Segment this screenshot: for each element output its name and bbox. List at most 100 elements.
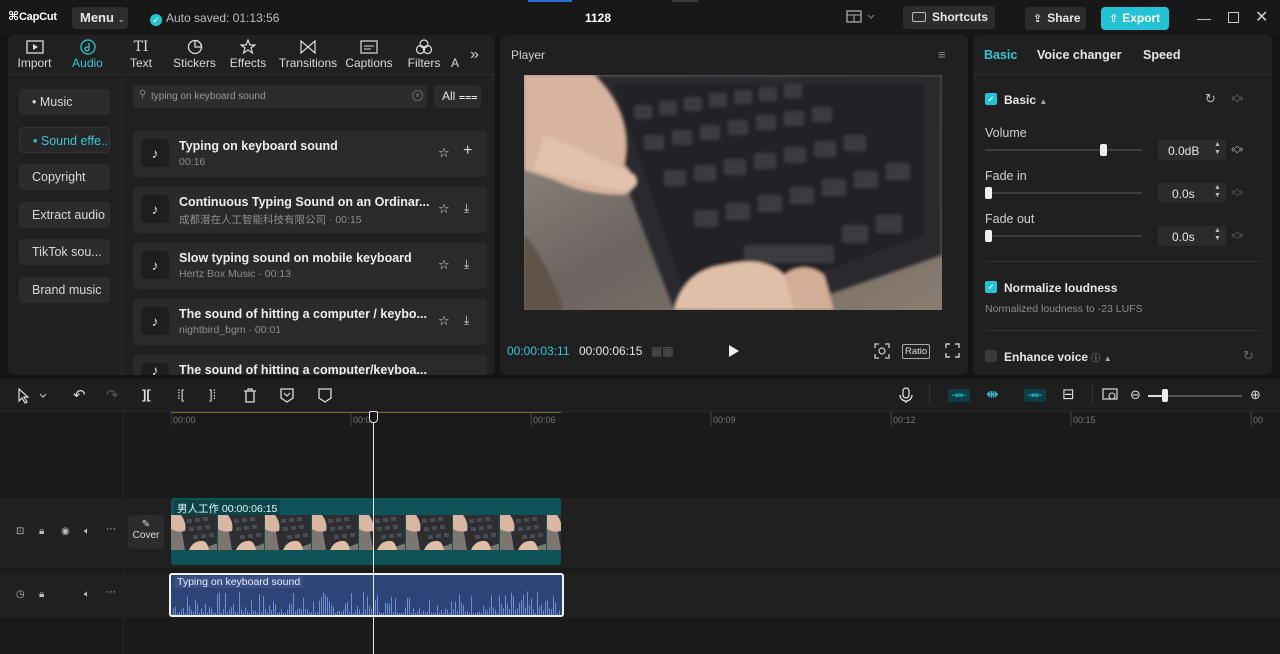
video-clip[interactable]: 男人工作 00:00:06:15 [171,498,561,565]
list-item[interactable]: ♪ Slow typing sound on mobile keyboard H… [133,242,487,289]
list-item[interactable]: ♪ The sound of hitting a computer / keyb… [133,298,487,345]
audio-clip[interactable]: Typing on keyboard sound [169,573,564,617]
timeline-grid-icon[interactable]: ▦▦ [651,344,674,358]
fade-out-keyframe[interactable]: ‹◇› [1231,230,1243,241]
fit-timeline-icon[interactable] [1102,388,1118,402]
playhead-handle[interactable] [369,411,378,423]
stepper-icon[interactable]: ▲ ▼ [1214,141,1221,157]
cover-button[interactable]: ✎ Cover [128,515,164,549]
lock-icon[interactable]: 🔒︎ [39,589,44,600]
zoom-in-icon[interactable]: ⊕ [1250,387,1261,403]
tab-effects[interactable]: Effects [221,38,275,74]
sidebar-item-sound-effects[interactable]: • Sound effe... [19,127,110,153]
download-icon[interactable]: ⤓ [464,257,480,273]
more-tabs-icon[interactable]: » [470,46,479,64]
auto-snap-icon[interactable]: ⇼ [986,385,999,403]
tab-voice-changer[interactable]: Voice changer [1037,48,1122,62]
undo-icon[interactable]: ↶ [73,386,86,404]
play-button[interactable] [728,344,740,358]
stepper-icon[interactable]: ▲ ▼ [1214,227,1221,243]
search-input[interactable]: typing on keyboard sound [151,91,266,102]
playhead[interactable] [373,412,374,654]
linkage-icon[interactable]: ⇥⇤ [1024,389,1046,402]
tab-transitions[interactable]: Transitions [275,38,341,74]
maximize-icon[interactable] [1228,12,1239,23]
sidebar-item-brand-music[interactable]: Brand music [19,277,110,303]
fullscreen-icon[interactable] [945,343,960,358]
export-button[interactable]: ⇧ Export [1101,7,1169,30]
menu-icon[interactable]: ≡ [938,47,946,62]
basic-section-title[interactable]: Basic ▲ [1004,93,1047,107]
mark-icon[interactable] [280,388,294,403]
volume-slider-handle[interactable] [1100,144,1107,156]
favorite-icon[interactable]: ☆ [438,313,454,329]
list-item[interactable]: ♪ Continuous Typing Sound on an Ordinar.… [133,186,487,233]
tab-text[interactable]: TI Text [114,38,168,74]
basic-checkbox[interactable]: ✓ [985,93,997,105]
tab-adjustment[interactable]: A [451,38,465,74]
volume-keyframe[interactable]: ‹◇› [1231,144,1243,155]
tab-captions[interactable]: Captions [341,38,397,74]
clear-search-icon[interactable]: × [412,90,423,101]
shield-icon[interactable] [318,388,332,403]
tab-import[interactable]: Import [8,38,61,74]
minimize-icon[interactable]: — [1197,10,1211,26]
time-ruler[interactable]: 00:00 00:03 00:06 00:09 00:12 00:15 00 [171,412,1280,428]
favorite-icon[interactable]: ☆ [438,201,454,217]
list-item[interactable]: ♪ The sound of hitting a computer/keyboa… [133,354,487,375]
screenshot-icon[interactable] [874,343,890,359]
stepper-icon[interactable]: ▲ ▼ [1214,184,1221,200]
eye-icon[interactable]: ◉ [61,526,70,537]
enhance-voice-label[interactable]: Enhance voice ⓘ ▲ [1004,350,1112,364]
split-icon[interactable]: ][ [142,387,151,402]
delete-icon[interactable] [243,388,257,403]
fade-out-slider-handle[interactable] [985,230,992,242]
favorite-icon[interactable]: ☆ [438,257,454,273]
volume-icon[interactable]: 🔈︎ [84,589,90,600]
zoom-out-icon[interactable]: ⊖ [1130,387,1141,403]
fade-out-slider-track[interactable] [985,235,1142,237]
redo-icon[interactable]: ↷ [106,386,119,404]
project-name[interactable]: 1128 [585,11,611,25]
keyframe-nav[interactable]: ‹◇› [1231,93,1243,104]
tab-stickers[interactable]: Stickers [168,38,221,74]
share-button[interactable]: ⇪ Share [1025,7,1086,30]
volume-icon[interactable]: 🔈︎ [84,526,90,537]
tab-basic[interactable]: Basic [984,48,1017,62]
select-tool-icon[interactable] [17,388,49,404]
video-preview[interactable] [524,75,942,310]
tab-audio[interactable]: Audio [61,38,114,74]
menu-button[interactable]: Menu ⌄ [72,7,128,29]
volume-input[interactable]: 0.0dB ▲ ▼ [1158,140,1226,160]
add-icon[interactable]: + [463,142,479,159]
fade-in-slider-track[interactable] [985,192,1142,194]
shortcuts-button[interactable]: Shortcuts [903,6,995,29]
more-icon[interactable]: ⋯ [106,524,116,535]
split-right-icon[interactable]: ]⁞ [209,387,216,402]
enhance-checkbox[interactable] [985,350,997,362]
list-item[interactable]: ♪ Typing on keyboard sound 00:16 ☆ + [133,130,487,177]
fade-in-keyframe[interactable]: ‹◇› [1231,187,1243,198]
preview-axis-icon[interactable]: ⊟ [1062,385,1075,403]
close-icon[interactable]: ✕ [1255,7,1268,27]
main-track-magnet-icon[interactable]: ⇥⇤ [948,389,970,402]
download-icon[interactable]: ⤓ [464,313,480,329]
normalize-checkbox[interactable]: ✓ [985,281,997,293]
sidebar-item-music[interactable]: • Music [19,89,110,115]
sidebar-item-extract-audio[interactable]: Extract audio [19,202,110,228]
tab-speed[interactable]: Speed [1143,48,1181,62]
layout-icon[interactable] [846,10,876,24]
track-cover-icon[interactable]: ⊡ [16,526,24,537]
filter-dropdown[interactable]: All ⩶ [434,85,481,108]
favorite-icon[interactable]: ☆ [438,145,454,161]
sidebar-item-copyright[interactable]: Copyright [19,164,110,190]
split-left-icon[interactable]: ⁞[ [177,387,184,402]
tab-filters[interactable]: Filters [397,38,451,74]
sidebar-item-tiktok-sounds[interactable]: TikTok sou... [19,239,110,265]
search-box[interactable]: ⚲ typing on keyboard sound × [133,85,427,108]
fade-in-slider-handle[interactable] [985,187,992,199]
reset-icon[interactable]: ↻ [1243,348,1254,364]
microphone-icon[interactable] [899,387,913,404]
download-icon[interactable]: ⤓ [464,201,480,217]
zoom-slider-handle[interactable] [1162,389,1168,402]
